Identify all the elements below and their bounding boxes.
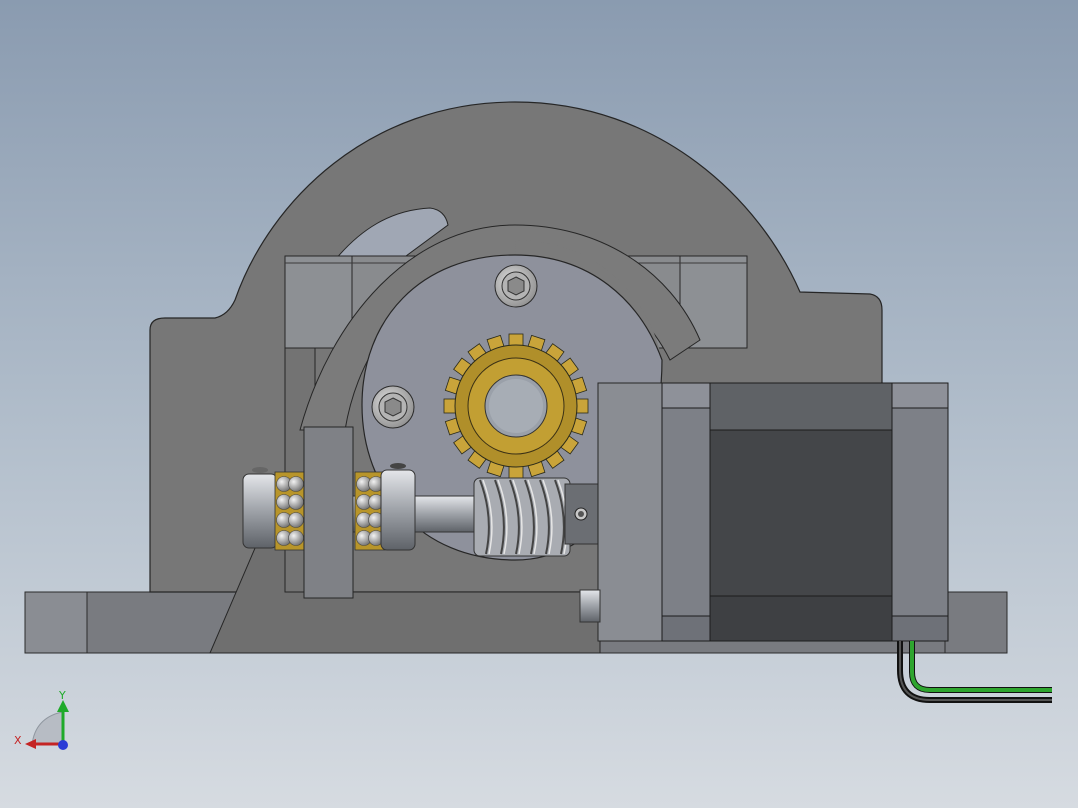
bearing-collar-right[interactable] xyxy=(380,463,416,551)
cad-viewport[interactable]: Y X xyxy=(0,0,1078,808)
coordinate-triad-icon: Y X xyxy=(14,689,69,750)
bearing-block[interactable] xyxy=(303,426,354,599)
bearing-balls-left[interactable] xyxy=(274,471,306,551)
coupling[interactable] xyxy=(564,483,600,545)
triad-y-label: Y xyxy=(58,689,66,702)
worm-screw[interactable] xyxy=(473,477,571,557)
stepper-motor[interactable] xyxy=(661,382,949,642)
triad-x-label: X xyxy=(14,734,22,747)
bearing-collar-left[interactable] xyxy=(242,467,278,549)
assembly-drawing[interactable]: Y X xyxy=(0,0,1078,808)
bolt-top[interactable] xyxy=(494,264,538,308)
bolt-left[interactable] xyxy=(371,385,415,429)
